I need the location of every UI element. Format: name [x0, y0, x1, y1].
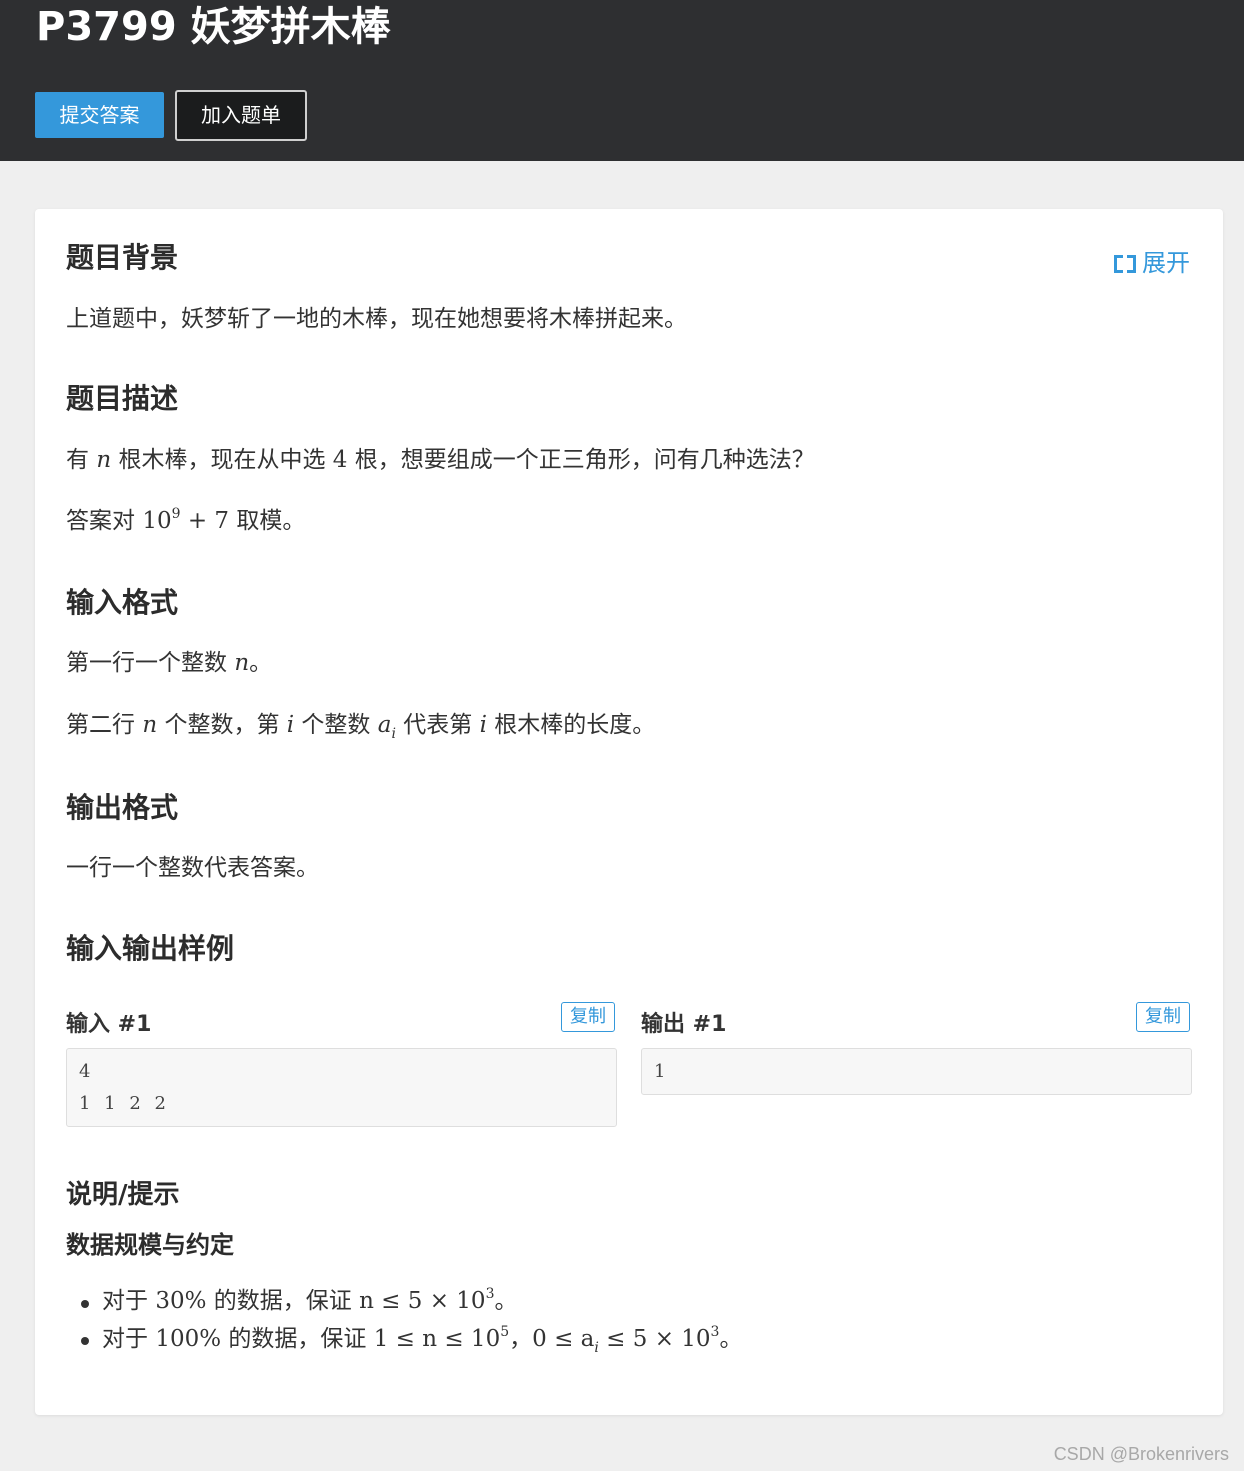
submit-answer-button[interactable]: 提交答案 — [35, 92, 164, 138]
sample-input-label: 输入 #1 — [66, 1012, 152, 1037]
sample-output-line: 1 — [654, 1061, 666, 1082]
copy-input-button[interactable]: 复制 — [561, 1002, 615, 1032]
output-format-text: 一行一个整数代表答案。 — [66, 855, 319, 881]
hint-item-2: 对于 100% 的数据，保证 1 ≤ n ≤ 105，0 ≤ ai ≤ 5 × … — [102, 1324, 743, 1356]
section-title-input-format: 输入格式 — [66, 586, 179, 619]
section-title-description: 题目描述 — [66, 382, 179, 415]
sample-output-box[interactable]: 1 — [641, 1048, 1192, 1095]
section-title-samples: 输入输出样例 — [66, 932, 235, 965]
page-header: P3799 妖梦拼木棒 提交答案 加入题单 — [0, 0, 1244, 161]
section-title-background: 题目背景 — [66, 241, 179, 274]
sample-input-line: 1 1 2 2 — [79, 1093, 170, 1114]
description-line-1: 有 n 根木棒，现在从中选 4 根，想要组成一个正三角形，问有几种选法？ — [66, 447, 815, 473]
hint-item-1: 对于 30% 的数据，保证 n ≤ 5 × 103。 — [102, 1286, 518, 1314]
expand-label: 展开 — [1142, 249, 1190, 277]
background-text: 上道题中，妖梦斩了一地的木棒，现在她想要将木棒拼起来。 — [66, 306, 687, 332]
problem-title: P3799 妖梦拼木棒 — [36, 4, 391, 50]
description-line-2: 答案对 109 + 7 取模。 — [66, 506, 306, 534]
expand-button[interactable]: 展开 — [1114, 243, 1190, 278]
sample-output-label: 输出 #1 — [641, 1012, 727, 1037]
section-title-output-format: 输出格式 — [66, 791, 179, 824]
sample-input-box[interactable]: 4 1 1 2 2 — [66, 1048, 617, 1127]
input-format-line-2: 第二行 n 个整数，第 i 个整数 ai 代表第 i 根木棒的长度。 — [66, 712, 656, 742]
bullet — [81, 1300, 89, 1308]
copy-output-button[interactable]: 复制 — [1136, 1002, 1190, 1032]
input-format-line-1: 第一行一个整数 n。 — [66, 650, 273, 676]
problem-card: 展开 题目背景 上道题中，妖梦斩了一地的木棒，现在她想要将木棒拼起来。 题目描述… — [35, 209, 1223, 1415]
section-title-hint: 说明/提示 — [66, 1180, 180, 1210]
watermark: CSDN @Brokenrivers — [1053, 1444, 1229, 1464]
fullscreen-icon — [1114, 255, 1136, 273]
sample-input-line: 4 — [79, 1061, 91, 1082]
hint-subtitle: 数据规模与约定 — [66, 1231, 234, 1259]
add-to-list-button[interactable]: 加入题单 — [175, 90, 307, 141]
bullet — [81, 1337, 89, 1345]
